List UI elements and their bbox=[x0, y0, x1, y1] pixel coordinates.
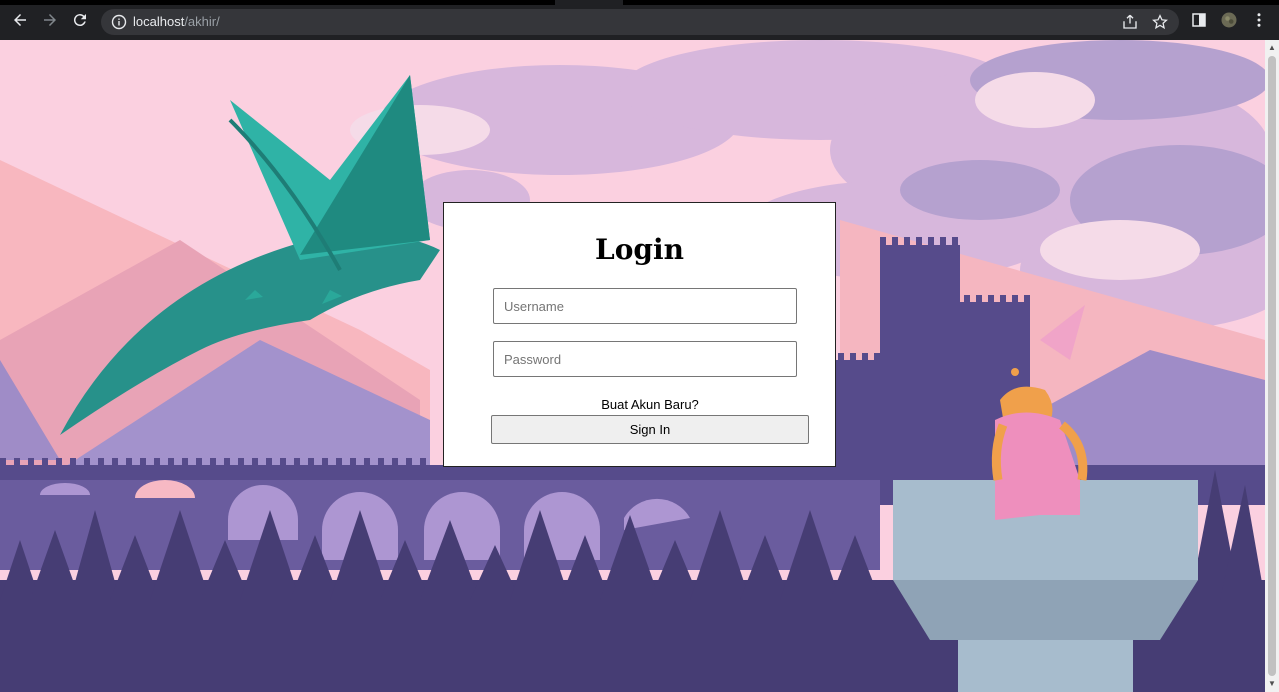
sign-in-button[interactable]: Sign In bbox=[491, 415, 809, 444]
side-panel-icon[interactable] bbox=[1187, 8, 1211, 32]
forward-icon[interactable] bbox=[38, 8, 62, 32]
tab-strip bbox=[0, 0, 1279, 5]
vertical-scrollbar[interactable]: ▲ ▼ bbox=[1265, 40, 1279, 692]
page-viewport: Login Buat Akun Baru? Sign In bbox=[0, 40, 1265, 692]
url-path: /akhir/ bbox=[184, 14, 220, 29]
bookmark-star-icon[interactable] bbox=[1151, 13, 1169, 31]
share-icon[interactable] bbox=[1121, 13, 1139, 31]
back-icon[interactable] bbox=[8, 8, 32, 32]
login-card: Login Buat Akun Baru? Sign In bbox=[443, 202, 836, 467]
menu-kebab-icon[interactable] bbox=[1247, 8, 1271, 32]
profile-avatar-icon[interactable] bbox=[1217, 8, 1241, 32]
url-text: localhost/akhir/ bbox=[133, 14, 220, 29]
scroll-down-arrow-icon[interactable]: ▼ bbox=[1268, 680, 1276, 688]
scroll-up-arrow-icon[interactable]: ▲ bbox=[1268, 44, 1276, 52]
url-host: localhost bbox=[133, 14, 185, 29]
reload-icon[interactable] bbox=[68, 8, 92, 32]
browser-toolbar: localhost/akhir/ bbox=[0, 0, 1279, 40]
password-input[interactable] bbox=[493, 341, 797, 377]
scrollbar-thumb[interactable] bbox=[1268, 56, 1276, 676]
active-tab[interactable] bbox=[555, 0, 623, 5]
address-bar[interactable]: localhost/akhir/ bbox=[101, 9, 1179, 35]
info-icon[interactable] bbox=[111, 14, 127, 30]
create-account-link[interactable]: Buat Akun Baru? bbox=[444, 397, 856, 412]
username-input[interactable] bbox=[493, 288, 797, 324]
login-title: Login bbox=[595, 233, 684, 266]
